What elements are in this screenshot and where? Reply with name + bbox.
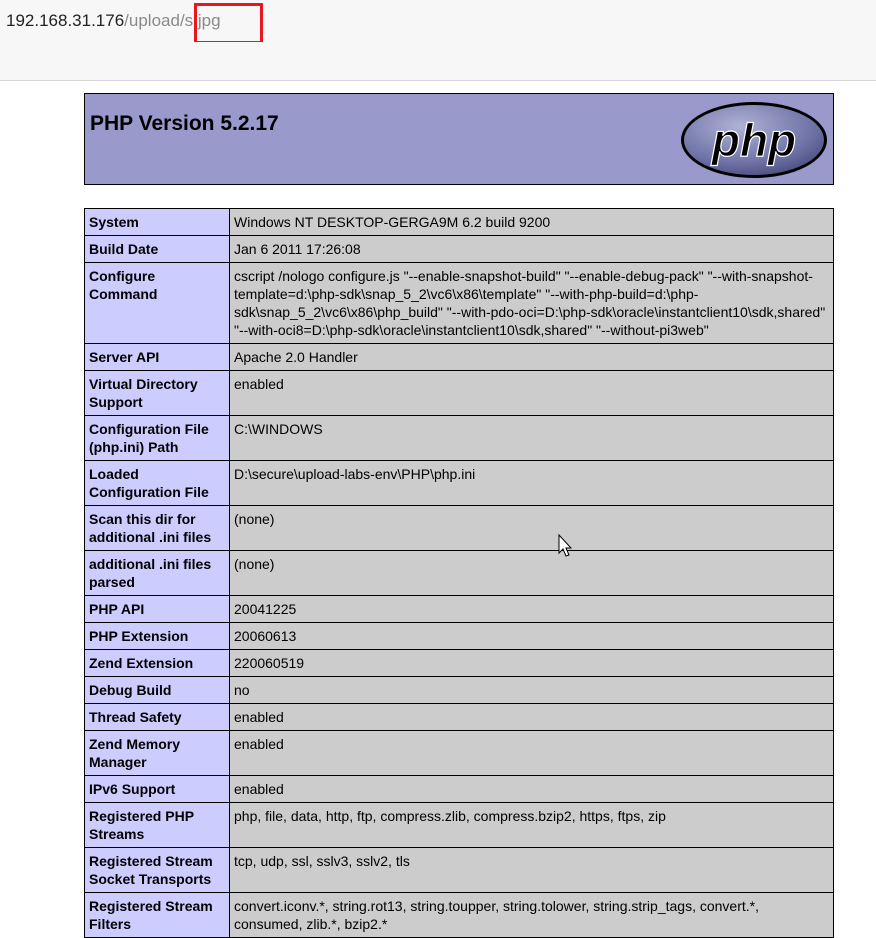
table-row: PHP Extension 20060613: [84, 622, 834, 650]
row-value: enabled: [229, 703, 834, 731]
row-value: (none): [229, 550, 834, 596]
row-key: Registered PHP Streams: [84, 802, 230, 848]
php-version-header: PHP Version 5.2.17 php: [84, 93, 834, 185]
url-path-prefix: /upload: [124, 11, 180, 30]
table-row: Loaded Configuration File D:\secure\uploa…: [84, 460, 834, 506]
row-key: System: [84, 208, 230, 236]
table-row: PHP API 20041225: [84, 595, 834, 623]
table-row: Build Date Jan 6 2011 17:26:08: [84, 235, 834, 263]
row-value: Apache 2.0 Handler: [229, 343, 834, 371]
php-info-table: System Windows NT DESKTOP-GERGA9M 6.2 bui…: [84, 208, 834, 938]
row-key: PHP API: [84, 595, 230, 623]
row-value: D:\secure\upload-labs-env\PHP\php.ini: [229, 460, 834, 506]
row-key: Registered Stream Socket Transports: [84, 847, 230, 893]
table-row: Zend Memory Manager enabled: [84, 730, 834, 776]
row-key: Debug Build: [84, 676, 230, 704]
table-row: Zend Extension 220060519: [84, 649, 834, 677]
php-logo-text: php: [710, 114, 796, 166]
row-value: (none): [229, 505, 834, 551]
row-key: Virtual Directory Support: [84, 370, 230, 416]
row-key: Configure Command: [84, 262, 230, 344]
php-logo: php: [681, 102, 827, 178]
table-row: additional .ini files parsed (none): [84, 550, 834, 596]
page-title: PHP Version 5.2.17: [90, 112, 279, 135]
row-value: php, file, data, http, ftp, compress.zli…: [229, 802, 834, 848]
row-value: tcp, udp, ssl, sslv3, sslv2, tls: [229, 847, 834, 893]
row-key: Configuration File (php.ini) Path: [84, 415, 230, 461]
row-key: Scan this dir for additional .ini files: [84, 505, 230, 551]
table-row: IPv6 Support enabled: [84, 775, 834, 803]
row-key: Zend Memory Manager: [84, 730, 230, 776]
row-key: IPv6 Support: [84, 775, 230, 803]
url-text[interactable]: 192.168.31.176/upload/s.jpg: [6, 11, 221, 31]
table-row: Server API Apache 2.0 Handler: [84, 343, 834, 371]
row-value: Windows NT DESKTOP-GERGA9M 6.2 build 920…: [229, 208, 834, 236]
row-value: convert.iconv.*, string.rot13, string.to…: [229, 892, 834, 938]
table-row: Registered PHP Streams php, file, data, h…: [84, 802, 834, 848]
address-bar[interactable]: 192.168.31.176/upload/s.jpg: [0, 0, 876, 44]
row-key: Server API: [84, 343, 230, 371]
row-value: no: [229, 676, 834, 704]
row-value: enabled: [229, 370, 834, 416]
row-key: Registered Stream Filters: [84, 892, 230, 938]
table-row: Registered Stream Socket Transports tcp, …: [84, 847, 834, 893]
table-row: Registered Stream Filters convert.iconv.*…: [84, 892, 834, 938]
row-value: 20060613: [229, 622, 834, 650]
row-value: C:\WINDOWS: [229, 415, 834, 461]
row-value: enabled: [229, 775, 834, 803]
table-row: Thread Safety enabled: [84, 703, 834, 731]
table-row: System Windows NT DESKTOP-GERGA9M 6.2 bui…: [84, 208, 834, 236]
mouse-cursor-icon: [558, 534, 573, 557]
browser-toolbar-strip: [0, 42, 876, 81]
row-key: PHP Extension: [84, 622, 230, 650]
table-row: Configuration File (php.ini) Path C:\WIND…: [84, 415, 834, 461]
table-row: Virtual Directory Support enabled: [84, 370, 834, 416]
row-value: cscript /nologo configure.js "--enable-s…: [229, 262, 834, 344]
row-key: additional .ini files parsed: [84, 550, 230, 596]
row-key: Build Date: [84, 235, 230, 263]
row-key: Thread Safety: [84, 703, 230, 731]
url-host: 192.168.31.176: [6, 11, 125, 30]
row-key: Loaded Configuration File: [84, 460, 230, 506]
table-row: Configure Command cscript /nologo configu…: [84, 262, 834, 344]
table-row: Debug Build no: [84, 676, 834, 704]
row-value: 220060519: [229, 649, 834, 677]
row-value: Jan 6 2011 17:26:08: [229, 235, 834, 263]
row-value: 20041225: [229, 595, 834, 623]
row-key: Zend Extension: [84, 649, 230, 677]
table-row: Scan this dir for additional .ini files(…: [84, 505, 834, 551]
red-highlight-box: [194, 3, 263, 44]
row-value: enabled: [229, 730, 834, 776]
